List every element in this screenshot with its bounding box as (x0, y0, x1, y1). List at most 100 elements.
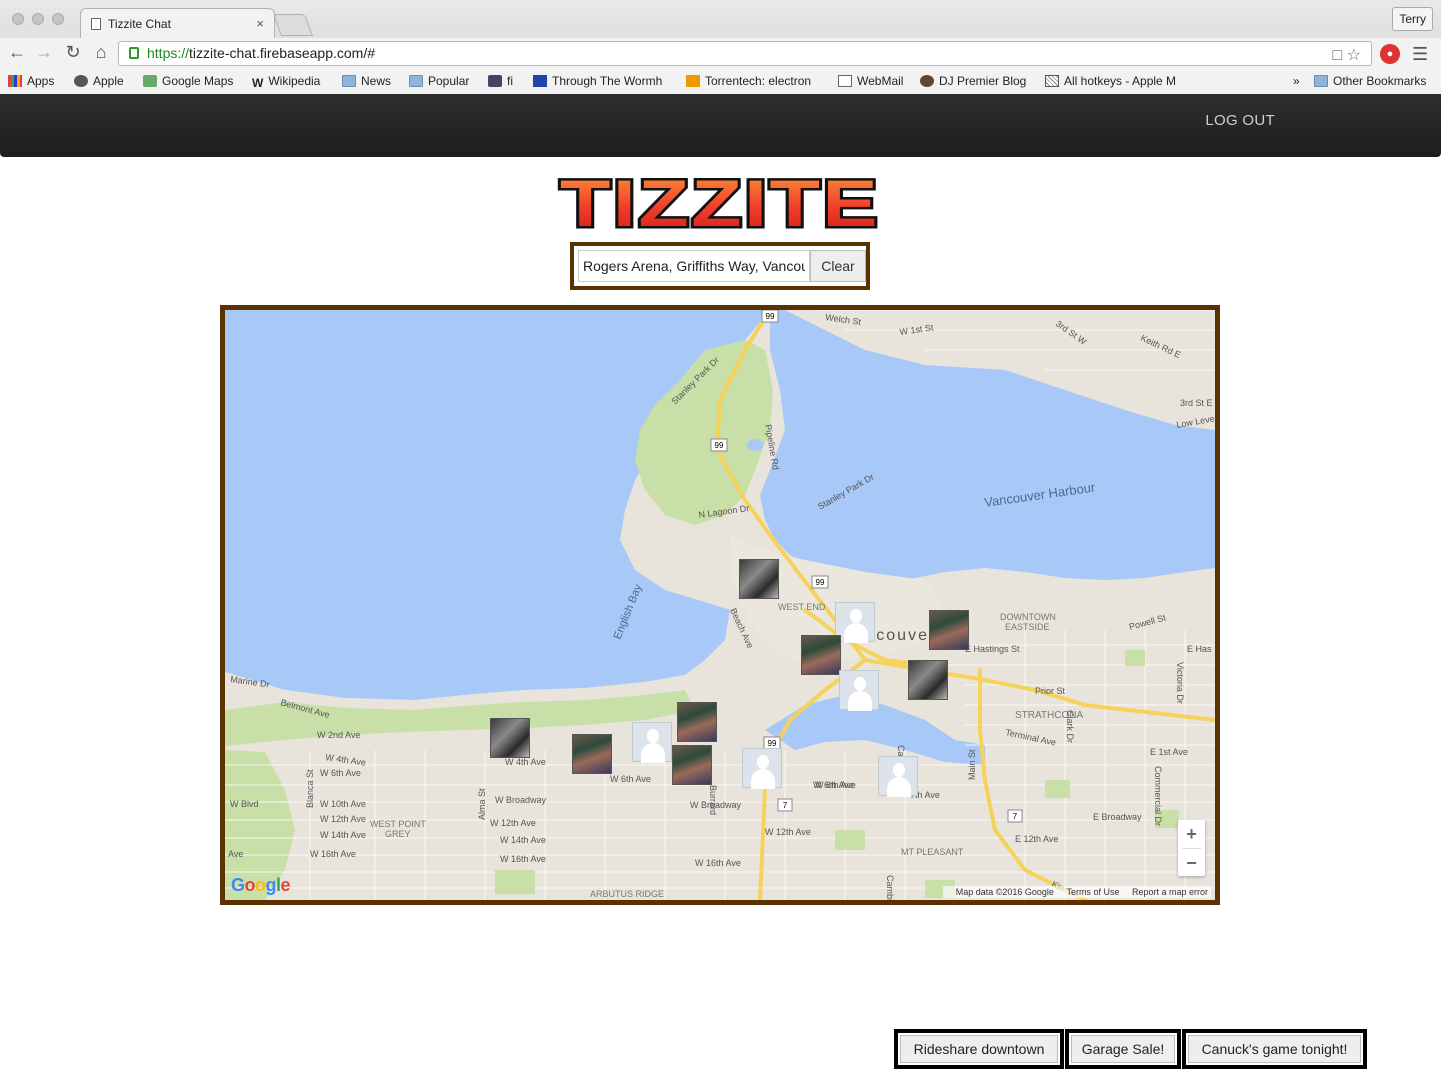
app-header: LOG OUT (0, 94, 1441, 157)
site-icon (533, 75, 547, 87)
apple-icon (74, 75, 88, 87)
forward-arrow-icon[interactable]: → (33, 42, 55, 63)
map-canvas[interactable]: Vancouver Harbour English Bay WEST END D… (225, 310, 1215, 900)
site-icon (920, 75, 934, 87)
map-label-burrard: Burrard (708, 785, 718, 815)
topic-rideshare-button[interactable]: Rideshare downtown (900, 1035, 1058, 1063)
bookmark-google-maps[interactable]: Google Maps (143, 74, 233, 88)
map-label-ave: Ave (228, 849, 243, 859)
map-label-w-16th-ave: W 16th Ave (310, 849, 356, 859)
topic-rideshare: Rideshare downtown (894, 1029, 1064, 1069)
folder-icon (342, 75, 356, 87)
star-icon[interactable]: □ ☆ (1333, 44, 1361, 67)
address-bar[interactable]: https://tizzite-chat.firebaseapp.com/# □… (118, 41, 1372, 66)
zoom-in-button[interactable]: + (1178, 820, 1205, 848)
map-label-victoria-dr: Victoria Dr (1175, 662, 1185, 704)
map-label-w-16th-ave-2: W 16th Ave (500, 854, 546, 864)
topic-canucks-game: Canuck's game tonight! (1182, 1029, 1367, 1069)
bookmark-fi[interactable]: fi (488, 74, 513, 88)
terms-of-use-link[interactable]: Terms of Use (1066, 887, 1119, 897)
map-label-ca: Ca (896, 745, 906, 757)
tab-close-icon[interactable]: × (256, 9, 264, 39)
map-label-w-4th-ave: W 4th Ave (505, 757, 546, 767)
user-marker[interactable] (490, 718, 530, 758)
topic-garage-sale-button[interactable]: Garage Sale! (1071, 1035, 1175, 1063)
svg-text:TIZZITE: TIZZITE (560, 170, 880, 234)
user-marker[interactable] (677, 702, 717, 742)
bookmark-webmail[interactable]: WebMail (838, 74, 903, 88)
map-label-blanca-st: Blanca St (305, 769, 315, 808)
bookmark-apps[interactable]: Apps (8, 74, 54, 88)
location-input[interactable] (578, 250, 810, 282)
home-icon[interactable]: ⌂ (90, 42, 112, 63)
shield-icon (488, 75, 502, 87)
user-placeholder-marker[interactable] (632, 722, 672, 763)
bookmark-dj-premier[interactable]: DJ Premier Blog (920, 74, 1026, 88)
map-label-e-hastings: E Hastings St (965, 644, 1020, 654)
map-label-cambie: Cambi (885, 875, 895, 900)
user-marker[interactable] (572, 734, 612, 774)
menu-icon[interactable]: ☰ (1412, 44, 1428, 65)
map-label-e-broadway: E Broadway (1093, 812, 1142, 822)
maximize-window-icon[interactable] (52, 13, 64, 25)
map[interactable]: Vancouver Harbour English Bay WEST END D… (220, 305, 1220, 905)
bookmark-popular[interactable]: Popular (409, 74, 469, 88)
tizzite-logo: TIZZITE (558, 170, 881, 234)
user-marker[interactable] (801, 635, 841, 675)
bookmark-all-hotkeys[interactable]: All hotkeys - Apple M (1045, 74, 1176, 88)
hwy-99-shield-4: 99 (768, 739, 777, 748)
user-marker[interactable] (672, 745, 712, 785)
folder-icon (409, 75, 423, 87)
document-icon (838, 75, 852, 87)
map-label-w-10th-ave: W 10th Ave (320, 799, 366, 809)
bookmark-through-the-wormhole[interactable]: Through The Wormh (533, 74, 662, 88)
map-label-w-6th-ave: W 6th Ave (320, 768, 361, 778)
map-label-w-12th-ave-3: W 12th Ave (490, 818, 536, 828)
minimize-window-icon[interactable] (32, 13, 44, 25)
bookmarks-overflow[interactable]: » (1293, 74, 1300, 88)
user-marker[interactable] (739, 559, 779, 599)
google-maps-icon (143, 75, 157, 87)
report-map-error-link[interactable]: Report a map error (1132, 887, 1208, 897)
google-logo[interactable]: Google (231, 875, 291, 896)
bookmark-other-bookmarks[interactable]: Other Bookmarks (1314, 74, 1426, 88)
back-arrow-icon[interactable]: ← (6, 42, 28, 63)
user-placeholder-marker[interactable] (878, 756, 918, 797)
new-tab-button[interactable] (272, 14, 314, 36)
lock-icon (129, 47, 139, 59)
zoom-out-button[interactable]: − (1178, 849, 1205, 877)
zoom-control: + − (1178, 820, 1205, 876)
reload-icon[interactable]: ↻ (62, 42, 84, 63)
hwy-7-shield-1: 7 (783, 801, 788, 810)
user-marker[interactable] (908, 660, 948, 700)
user-marker[interactable] (929, 610, 969, 650)
extension-icon[interactable]: ● (1380, 44, 1400, 64)
map-label-w-16th-ave-3: W 16th Ave (695, 858, 741, 868)
hwy-99-shield-3: 99 (816, 578, 825, 587)
map-label-mt-pleasant: MT PLEASANT (901, 847, 964, 857)
topic-canucks-game-button[interactable]: Canuck's game tonight! (1188, 1035, 1361, 1063)
clear-button[interactable]: Clear (810, 250, 866, 282)
profile-button[interactable]: Terry (1392, 7, 1433, 31)
map-label-downtown-eastside-1: DOWNTOWN (1000, 612, 1056, 622)
hwy-99-shield-1: 99 (766, 312, 775, 321)
user-placeholder-marker[interactable] (839, 670, 879, 711)
close-window-icon[interactable] (12, 13, 24, 25)
bookmark-news[interactable]: News (342, 74, 391, 88)
map-attribution: Map data ©2016 Google Terms of Use Repor… (942, 886, 1211, 898)
bookmark-torrentech[interactable]: Torrentech: electron (686, 74, 811, 88)
apps-grid-icon (8, 75, 22, 87)
user-placeholder-marker[interactable] (835, 602, 875, 643)
map-label-w-6th-ave-2: W 6th Ave (610, 774, 651, 784)
map-label-arbutus-ridge: ARBUTUS RIDGE (590, 889, 664, 899)
map-label-w-14th-ave-2: W 14th Ave (500, 835, 546, 845)
tab-title: Tizzite Chat (108, 17, 171, 31)
map-label-alma-st: Alma St (477, 788, 487, 820)
bookmark-apple[interactable]: Apple (74, 74, 124, 88)
grid-icon (1045, 75, 1059, 87)
document-icon (91, 18, 101, 30)
user-placeholder-marker[interactable] (742, 748, 782, 789)
bookmark-wikipedia[interactable]: W Wikipedia (252, 74, 320, 90)
browser-tab[interactable]: Tizzite Chat × (80, 8, 275, 38)
logout-link[interactable]: LOG OUT (1205, 112, 1275, 129)
